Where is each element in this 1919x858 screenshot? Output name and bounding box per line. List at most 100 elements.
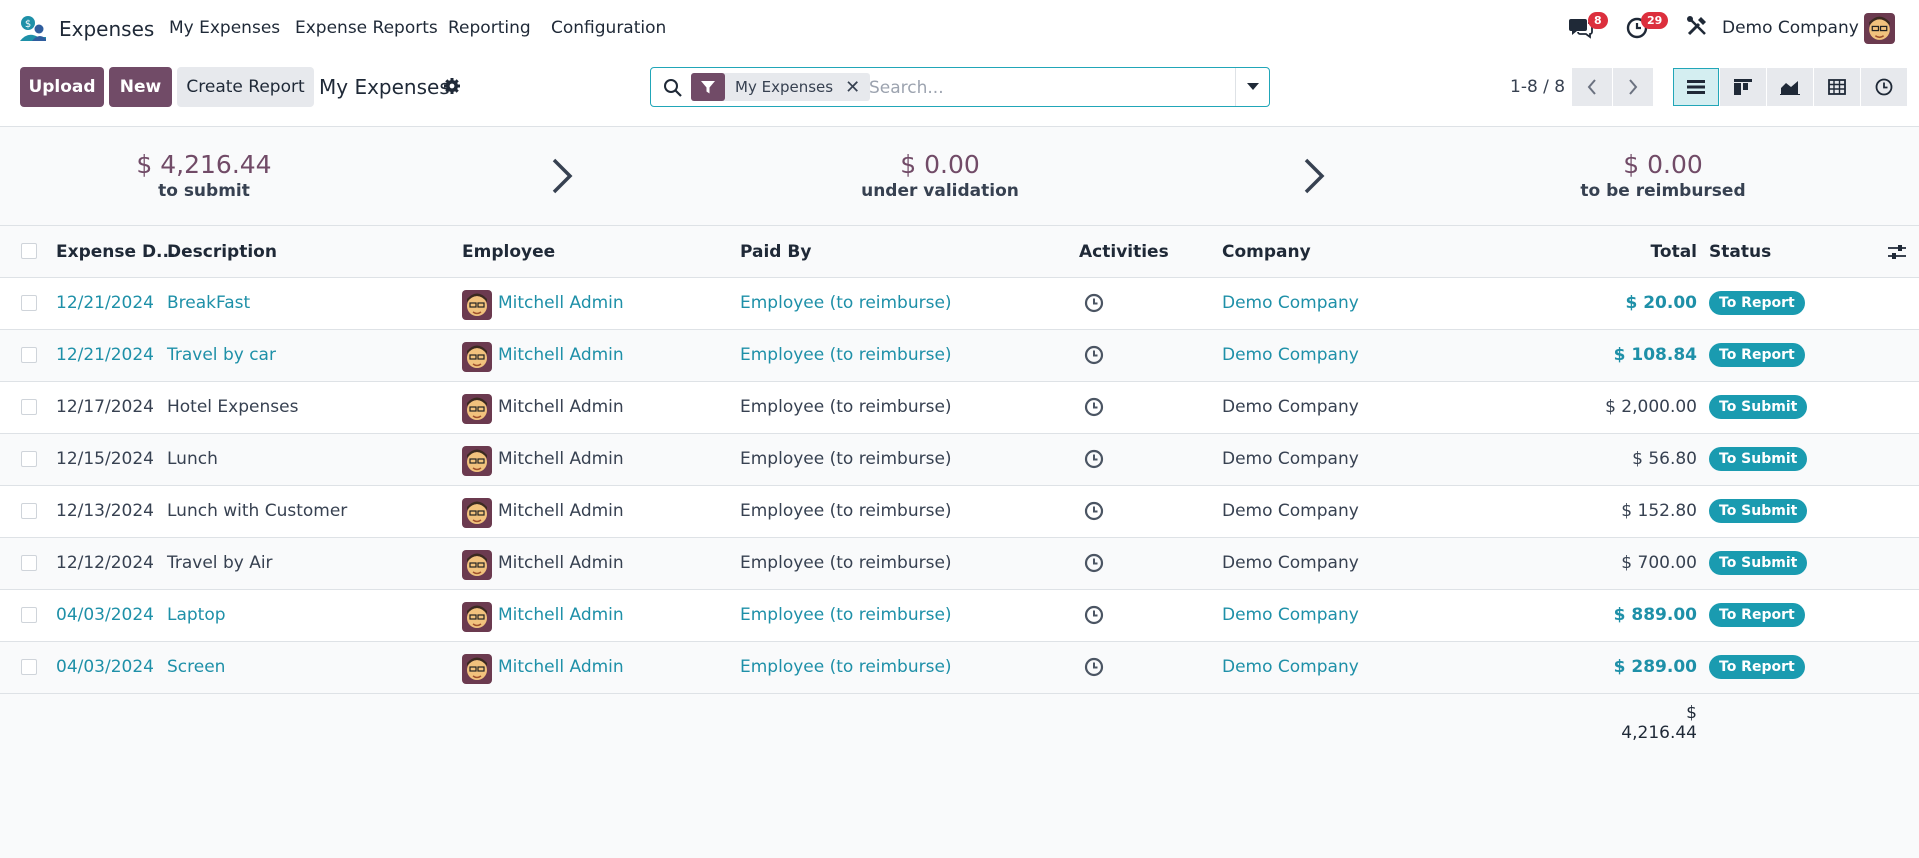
search-facet: My Expenses ✕	[691, 73, 871, 101]
expense-date: 12/15/2024	[56, 449, 154, 469]
row-checkbox[interactable]	[21, 555, 37, 571]
expenses-app-icon[interactable]: $	[18, 15, 48, 43]
expense-date: 12/12/2024	[56, 553, 154, 573]
status-badge: To Submit	[1709, 551, 1808, 575]
table-row[interactable]: 04/03/2024 Laptop Mitchell Admin Employee (…	[0, 590, 1919, 642]
chevron-down-icon[interactable]	[1235, 68, 1270, 106]
activity-clock-icon[interactable]	[1084, 345, 1104, 365]
expense-description: Travel by Air	[167, 553, 273, 573]
employee-name[interactable]: Mitchell Admin	[498, 449, 624, 469]
column-settings-icon[interactable]	[1887, 243, 1907, 261]
expense-date: 12/21/2024	[56, 293, 154, 313]
company: Demo Company	[1222, 449, 1359, 469]
pager-previous-button[interactable]	[1572, 68, 1612, 106]
pager-value[interactable]: 1-8 / 8	[1510, 77, 1565, 97]
activity-clock-icon[interactable]	[1084, 501, 1104, 521]
row-checkbox[interactable]	[21, 659, 37, 675]
table-row[interactable]: 12/12/2024 Travel by Air Mitchell Admin Emp…	[0, 538, 1919, 590]
table-row[interactable]: 12/21/2024 Travel by car Mitchell Admin Emp…	[0, 330, 1919, 382]
top-navbar: $ Expenses My Expenses Expense Reports R…	[0, 0, 1919, 57]
status-badge: To Report	[1709, 655, 1805, 679]
table-row[interactable]: 04/03/2024 Screen Mitchell Admin Employee (…	[0, 642, 1919, 694]
table-row[interactable]: 12/17/2024 Hotel Expenses Mitchell Admin Em…	[0, 382, 1919, 434]
expense-total: $ 20.00	[1625, 293, 1697, 313]
avatar	[462, 654, 492, 684]
expense-date: 12/21/2024	[56, 345, 154, 365]
row-checkbox[interactable]	[21, 399, 37, 415]
activity-clock-icon[interactable]	[1084, 605, 1104, 625]
table-row[interactable]: 12/13/2024 Lunch with Customer Mitchell Ad…	[0, 486, 1919, 538]
expense-description: Lunch with Customer	[167, 501, 348, 521]
upload-button[interactable]: Upload	[20, 67, 104, 107]
menu-reporting[interactable]: Reporting	[448, 18, 531, 38]
close-icon[interactable]: ✕	[845, 77, 870, 98]
search-icon[interactable]	[663, 78, 683, 98]
column-total[interactable]: Total	[1651, 242, 1697, 262]
column-expense-date[interactable]: Expense D...	[56, 242, 175, 262]
status-badge: To Submit	[1709, 447, 1808, 471]
column-company[interactable]: Company	[1222, 242, 1311, 262]
summary-label: to submit	[158, 181, 250, 201]
list-view-button[interactable]	[1673, 68, 1719, 106]
expense-description: Lunch	[167, 449, 218, 469]
search-input[interactable]	[869, 76, 1209, 100]
employee-name[interactable]: Mitchell Admin	[498, 293, 624, 313]
employee-name[interactable]: Mitchell Admin	[498, 501, 624, 521]
row-checkbox[interactable]	[21, 503, 37, 519]
graph-view-button[interactable]	[1767, 68, 1813, 106]
chevron-right-icon	[550, 156, 574, 196]
select-all-checkbox[interactable]	[21, 243, 37, 259]
activity-clock-icon[interactable]	[1084, 657, 1104, 677]
company-switcher[interactable]: Demo Company	[1722, 18, 1859, 38]
employee-name[interactable]: Mitchell Admin	[498, 657, 624, 677]
tools-icon[interactable]	[1685, 14, 1713, 42]
employee-name[interactable]: Mitchell Admin	[498, 605, 624, 625]
avatar	[462, 550, 492, 580]
column-description[interactable]: Description	[167, 242, 277, 262]
new-button[interactable]: New	[109, 67, 172, 107]
menu-configuration[interactable]: Configuration	[551, 18, 666, 38]
gear-icon[interactable]	[443, 77, 461, 95]
employee-name[interactable]: Mitchell Admin	[498, 553, 624, 573]
menu-expense-reports[interactable]: Expense Reports	[295, 18, 438, 38]
summary-label: to be reimbursed	[1580, 181, 1746, 201]
paid-by: Employee (to reimburse)	[740, 345, 952, 365]
employee-name[interactable]: Mitchell Admin	[498, 397, 624, 417]
table-row[interactable]: 12/15/2024 Lunch Mitchell Admin Employee (t…	[0, 434, 1919, 486]
avatar	[462, 498, 492, 528]
menu-my-expenses[interactable]: My Expenses	[169, 18, 280, 38]
activity-view-button[interactable]	[1861, 68, 1907, 106]
summary-to-submit[interactable]: $ 4,216.44 to submit	[54, 150, 354, 201]
status-badge: To Report	[1709, 291, 1805, 315]
activity-clock-icon[interactable]	[1084, 449, 1104, 469]
column-status[interactable]: Status	[1709, 242, 1771, 262]
column-employee[interactable]: Employee	[462, 242, 555, 262]
activity-clock-icon[interactable]	[1084, 553, 1104, 573]
table-row[interactable]: 12/21/2024 BreakFast Mitchell Admin Employe…	[0, 278, 1919, 330]
activity-clock-icon[interactable]	[1084, 397, 1104, 417]
kanban-view-button[interactable]	[1720, 68, 1766, 106]
paid-by: Employee (to reimburse)	[740, 397, 952, 417]
expense-summary: $ 4,216.44 to submit $ 0.00 under valida…	[0, 128, 1919, 226]
summary-to-be-reimbursed[interactable]: $ 0.00 to be reimbursed	[1513, 150, 1813, 201]
row-checkbox[interactable]	[21, 607, 37, 623]
activity-clock-icon[interactable]	[1084, 293, 1104, 313]
avatar	[462, 394, 492, 424]
row-checkbox[interactable]	[21, 451, 37, 467]
row-checkbox[interactable]	[21, 347, 37, 363]
employee-name[interactable]: Mitchell Admin	[498, 345, 624, 365]
paid-by: Employee (to reimburse)	[740, 449, 952, 469]
column-activities[interactable]: Activities	[1079, 242, 1169, 262]
pager-next-button[interactable]	[1613, 68, 1653, 106]
create-report-button[interactable]: Create Report	[177, 67, 314, 107]
expenses-table: Expense D... Description Employee Paid B…	[0, 226, 1919, 694]
user-avatar[interactable]	[1864, 13, 1895, 44]
summary-under-validation[interactable]: $ 0.00 under validation	[790, 150, 1090, 201]
pivot-view-button[interactable]	[1814, 68, 1860, 106]
expense-total: $ 889.00	[1613, 605, 1697, 625]
avatar	[462, 290, 492, 320]
row-checkbox[interactable]	[21, 295, 37, 311]
filter-icon	[691, 73, 725, 101]
app-title[interactable]: Expenses	[59, 17, 154, 41]
column-paid-by[interactable]: Paid By	[740, 242, 811, 262]
